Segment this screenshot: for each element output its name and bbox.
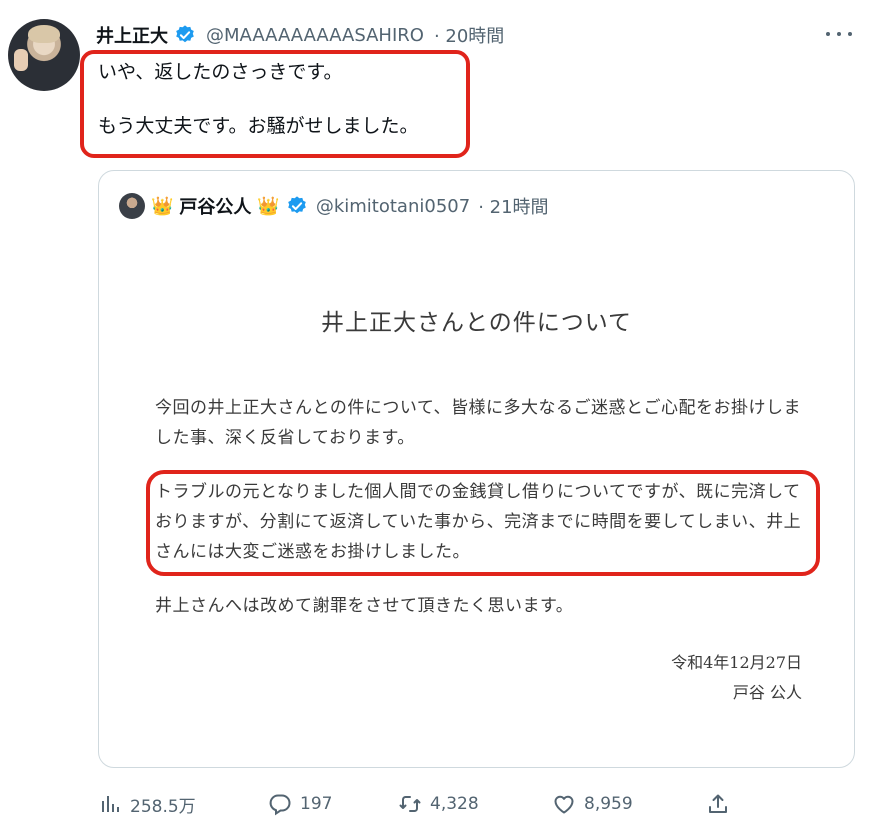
like-button[interactable]: 8,959 [552, 790, 633, 818]
heart-icon [554, 795, 574, 814]
avatar-hair [28, 25, 60, 43]
more-dot [837, 32, 841, 36]
quoted-author-name[interactable]: 戸谷公人 [179, 193, 251, 219]
author-handle[interactable]: @MAAAAAAAAASAHIRO [206, 25, 424, 46]
views-button[interactable]: 258.5万 [98, 790, 196, 818]
quoted-tweet[interactable]: 👑 戸谷公人 👑 @kimitotani0507 · 21時間 井上正大さんとの… [98, 170, 855, 768]
share-upload-icon [709, 794, 727, 813]
statement-document-image[interactable]: 井上正大さんとの件について 今回の井上正大さんとの件について、皆様に多大なるご迷… [99, 231, 854, 767]
document-paragraph: 今回の井上正大さんとの件について、皆様に多大なるご迷惑とご心配をお掛けしました事… [155, 398, 801, 448]
document-date: 令和4年12月27日 [671, 653, 802, 672]
document-paragraph: トラブルの元となりました個人間での金銭貸し借りについてですが、既に完済しておりま… [155, 482, 802, 562]
quoted-tweet-time[interactable]: · 21時間 [478, 193, 548, 219]
tweet-header: 井上正大 @MAAAAAAAAASAHIRO · 20時間 [96, 22, 504, 48]
speech-bubble-icon [269, 794, 291, 816]
document-paragraph: 井上さんへは改めて謝罪をさせて頂きたく思います。 [155, 596, 574, 616]
verified-badge-icon [176, 25, 194, 43]
avatar-hand [14, 49, 28, 71]
verified-badge-icon [288, 196, 306, 214]
author-name[interactable]: 井上正大 [96, 22, 168, 48]
more-dot [848, 32, 852, 36]
more-dot [826, 32, 830, 36]
tweet-time[interactable]: · 20時間 [434, 22, 504, 48]
retweet-arrows-icon [399, 796, 421, 812]
quoted-tweet-header: 👑 戸谷公人 👑 @kimitotani0507 · 21時間 [119, 193, 549, 219]
crown-emoji: 👑 [257, 195, 280, 217]
retweet-button[interactable]: 4,328 [398, 790, 479, 818]
bar-chart-icon [102, 796, 119, 812]
like-count: 8,959 [584, 794, 633, 814]
document-signer: 戸谷 公人 [732, 683, 802, 702]
quoted-author-avatar[interactable] [119, 193, 145, 219]
tweet-action-bar: 258.5万 197 4,328 8,959 [98, 790, 838, 818]
crown-emoji: 👑 [151, 195, 174, 217]
quoted-author-handle[interactable]: @kimitotani0507 [316, 196, 470, 217]
document-title: 井上正大さんとの件について [320, 310, 633, 336]
reply-button[interactable]: 197 [268, 790, 332, 818]
author-avatar[interactable] [8, 19, 80, 91]
share-button[interactable] [706, 790, 730, 818]
retweet-count: 4,328 [430, 794, 479, 814]
tweet-text-line: いや、返したのさっきです。 [98, 61, 343, 83]
tweet-text-line: もう大丈夫です。お騒がせしました。 [98, 115, 419, 137]
tweet-text: いや、返したのさっきです。 もう大丈夫です。お騒がせしました。 [98, 58, 419, 140]
views-count: 258.5万 [130, 796, 196, 817]
reply-count: 197 [300, 794, 333, 814]
more-options-icon[interactable] [826, 24, 852, 44]
